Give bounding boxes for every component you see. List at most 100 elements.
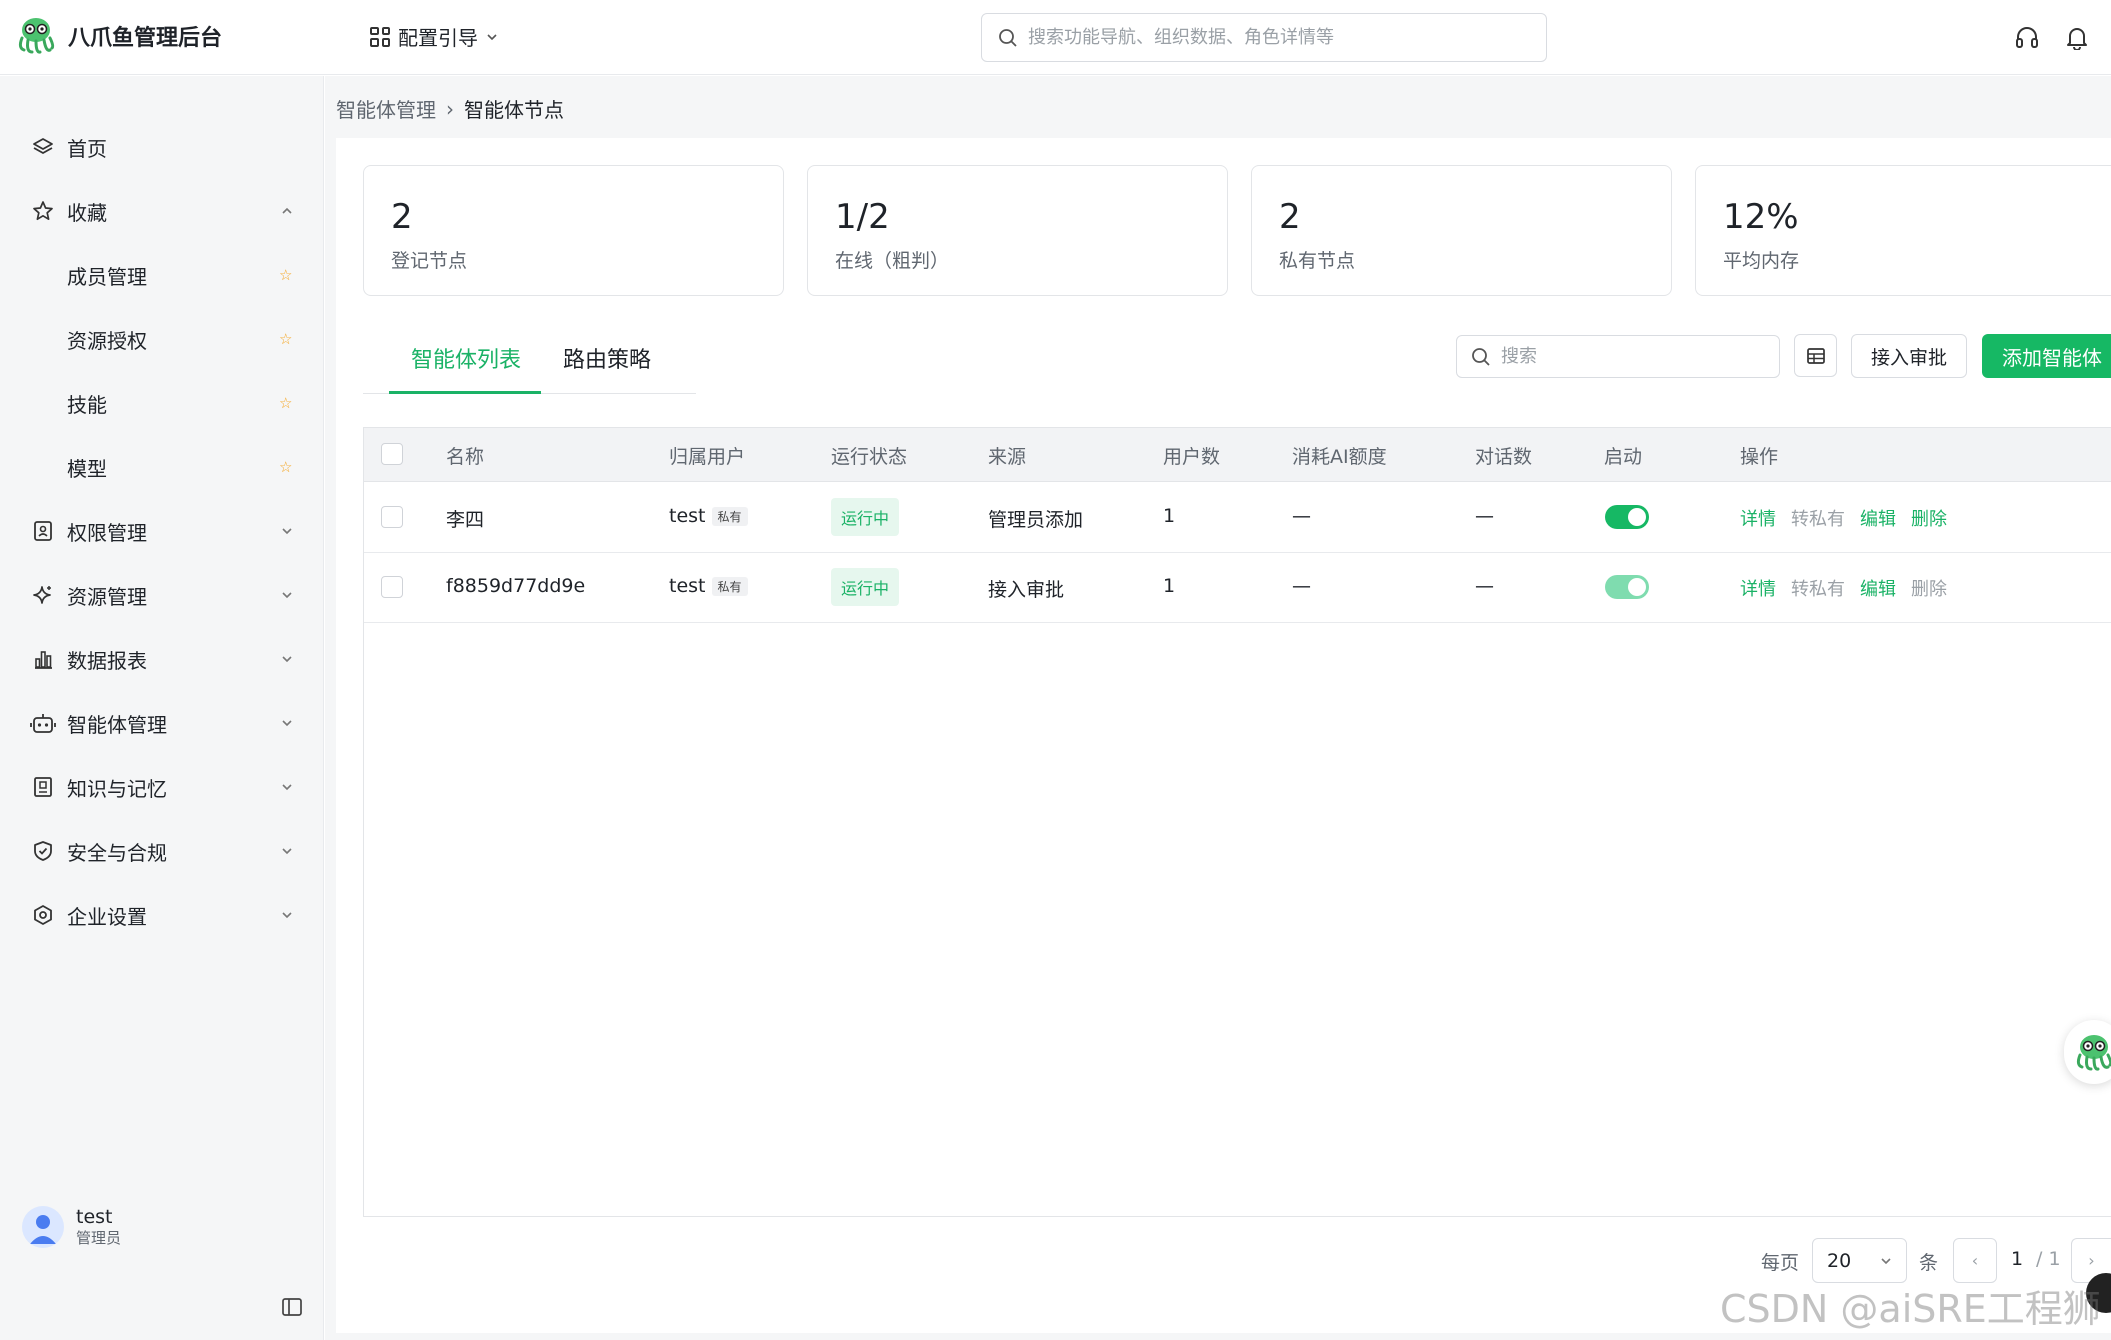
stat-value: 2 (1279, 197, 1301, 237)
prev-page-button[interactable]: ‹ (1953, 1238, 1997, 1283)
enable-toggle[interactable] (1605, 575, 1649, 599)
sidebar-item-resource-authorization[interactable]: 资源授权 ☆ (0, 311, 324, 367)
config-guide-dropdown[interactable]: 配置引导 (370, 22, 498, 51)
chevron-down-icon (282, 528, 292, 535)
edit-link[interactable]: 编辑 (1860, 575, 1896, 601)
access-approval-button[interactable]: 接入审批 (1851, 334, 1967, 378)
chevron-down-icon (282, 592, 292, 599)
sidebar-item-agent-management[interactable]: 智能体管理 (0, 695, 324, 751)
enable-toggle[interactable] (1605, 505, 1649, 529)
config-guide-label: 配置引导 (398, 26, 478, 50)
column-header: 用户数 (1163, 446, 1221, 468)
detail-link[interactable]: 详情 (1740, 575, 1776, 601)
agent-name: f8859d77dd9e (446, 575, 586, 597)
status-badge: 运行中 (831, 568, 900, 606)
owner-name: test (669, 505, 706, 527)
favorite-star-icon[interactable]: ☆ (279, 266, 292, 284)
to-private-link[interactable]: 转私有 (1791, 575, 1845, 601)
column-header: 启动 (1604, 446, 1643, 468)
tab-routing-policy[interactable]: 路由策略 (563, 342, 651, 374)
chevron-up-icon (282, 207, 292, 214)
shield-icon (30, 838, 56, 864)
watermark: CSDN @aiSRE工程狮 (1720, 1287, 2101, 1331)
user-count-cell: 1 (1163, 505, 1176, 527)
owner-cell: test 私有 (669, 575, 748, 597)
breadcrumb-parent[interactable]: 智能体管理 (336, 94, 436, 123)
app-name: 八爪鱼管理后台 (68, 26, 223, 51)
favorite-star-icon[interactable]: ☆ (279, 394, 292, 412)
favorite-star-icon[interactable]: ☆ (279, 330, 292, 348)
sidebar-item-knowledge-memory[interactable]: 知识与记忆 (0, 759, 324, 815)
table-search-input[interactable] (1501, 346, 1751, 367)
agent-name: 李四 (446, 509, 485, 531)
sidebar-item-label: 模型 (67, 456, 107, 481)
to-private-link[interactable]: 转私有 (1791, 505, 1845, 531)
id-card-icon (30, 518, 56, 544)
sidebar-item-home[interactable]: 首页 (0, 119, 324, 175)
stat-value: 1/2 (835, 197, 890, 237)
column-settings-button[interactable] (1794, 334, 1837, 377)
current-page: 1 (2011, 1248, 2024, 1270)
page-size-select[interactable]: 20 (1812, 1238, 1907, 1283)
stat-card-online: 1/2 在线（粗判） (807, 165, 1228, 296)
app-logo[interactable]: 八爪鱼管理后台 (14, 14, 222, 58)
sidebar-item-label: 知识与记忆 (67, 776, 167, 801)
status-badge: 运行中 (831, 498, 900, 536)
sidebar-item-favorites[interactable]: 收藏 (0, 183, 324, 239)
ai-quota-cell: — (1292, 505, 1311, 527)
table-search-box[interactable] (1456, 335, 1780, 378)
sidebar: 首页 收藏 成员管理 ☆ 资源授权 ☆ 技能 ☆ 模型 ☆ 权限管理 资源管理 … (0, 76, 324, 1340)
tab-agent-list[interactable]: 智能体列表 (411, 342, 521, 374)
tab-active-indicator (389, 391, 541, 394)
sidebar-item-enterprise-settings[interactable]: 企业设置 (0, 887, 324, 943)
sidebar-item-permissions[interactable]: 权限管理 (0, 503, 324, 559)
sidebar-item-label: 企业设置 (67, 904, 147, 929)
row-checkbox[interactable] (381, 576, 403, 598)
sidebar-item-label: 收藏 (67, 200, 107, 225)
robot-icon (30, 710, 56, 736)
source-cell: 管理员添加 (988, 509, 1084, 531)
conversation-count-cell: — (1475, 505, 1494, 527)
bell-icon[interactable] (2062, 22, 2092, 52)
row-checkbox[interactable] (381, 506, 403, 528)
sidebar-item-label: 安全与合规 (67, 840, 167, 865)
sidebar-item-resources[interactable]: 资源管理 (0, 567, 324, 623)
chevron-down-icon (282, 720, 292, 727)
column-header: 对话数 (1475, 446, 1533, 468)
sidebar-item-label: 成员管理 (67, 264, 147, 289)
global-search-box[interactable] (981, 13, 1547, 62)
sidebar-collapse-icon[interactable] (281, 1297, 303, 1317)
sidebar-item-models[interactable]: 模型 ☆ (0, 439, 324, 495)
table-header: 名称 归属用户 运行状态 来源 用户数 消耗AI额度 对话数 启动 操作 (364, 428, 2111, 482)
stat-card-private-nodes: 2 私有节点 (1251, 165, 1672, 296)
sidebar-item-skills[interactable]: 技能 ☆ (0, 375, 324, 431)
delete-link[interactable]: 删除 (1911, 505, 1947, 531)
detail-link[interactable]: 详情 (1740, 505, 1776, 531)
top-header: 八爪鱼管理后台 配置引导 (0, 0, 2111, 75)
chevron-left-icon: ‹ (1971, 1251, 1979, 1270)
chevron-down-icon (282, 848, 292, 855)
headset-icon[interactable] (2012, 22, 2042, 52)
edit-link[interactable]: 编辑 (1860, 505, 1896, 531)
sidebar-item-member-management[interactable]: 成员管理 ☆ (0, 247, 324, 303)
table-row: f8859d77dd9e test 私有 运行中 接入审批 1 — — 详情 转私… (364, 553, 2111, 623)
current-user[interactable]: test 管理员 (22, 1206, 121, 1248)
tab-bar: 智能体列表 路由策略 (363, 320, 696, 394)
sidebar-item-security-compliance[interactable]: 安全与合规 (0, 823, 324, 879)
conversation-count-cell: — (1475, 575, 1494, 597)
global-search-input[interactable] (1028, 27, 1508, 48)
sidebar-item-reports[interactable]: 数据报表 (0, 631, 324, 687)
add-agent-button[interactable]: 添加智能体 (1982, 334, 2111, 378)
breadcrumb-current: 智能体节点 (464, 98, 564, 122)
floating-assistant-button[interactable] (2064, 1020, 2111, 1084)
sidebar-item-label: 数据报表 (67, 648, 147, 673)
bar-chart-icon (30, 646, 56, 672)
source-cell: 接入审批 (988, 579, 1065, 601)
stat-label: 在线（粗判） (835, 250, 950, 272)
chevron-down-icon (282, 784, 292, 791)
grid-icon (370, 26, 390, 47)
select-all-checkbox[interactable] (381, 443, 403, 465)
stat-card-avg-memory: 12% 平均内存 (1695, 165, 2111, 296)
delete-link[interactable]: 删除 (1911, 575, 1947, 601)
favorite-star-icon[interactable]: ☆ (279, 458, 292, 476)
